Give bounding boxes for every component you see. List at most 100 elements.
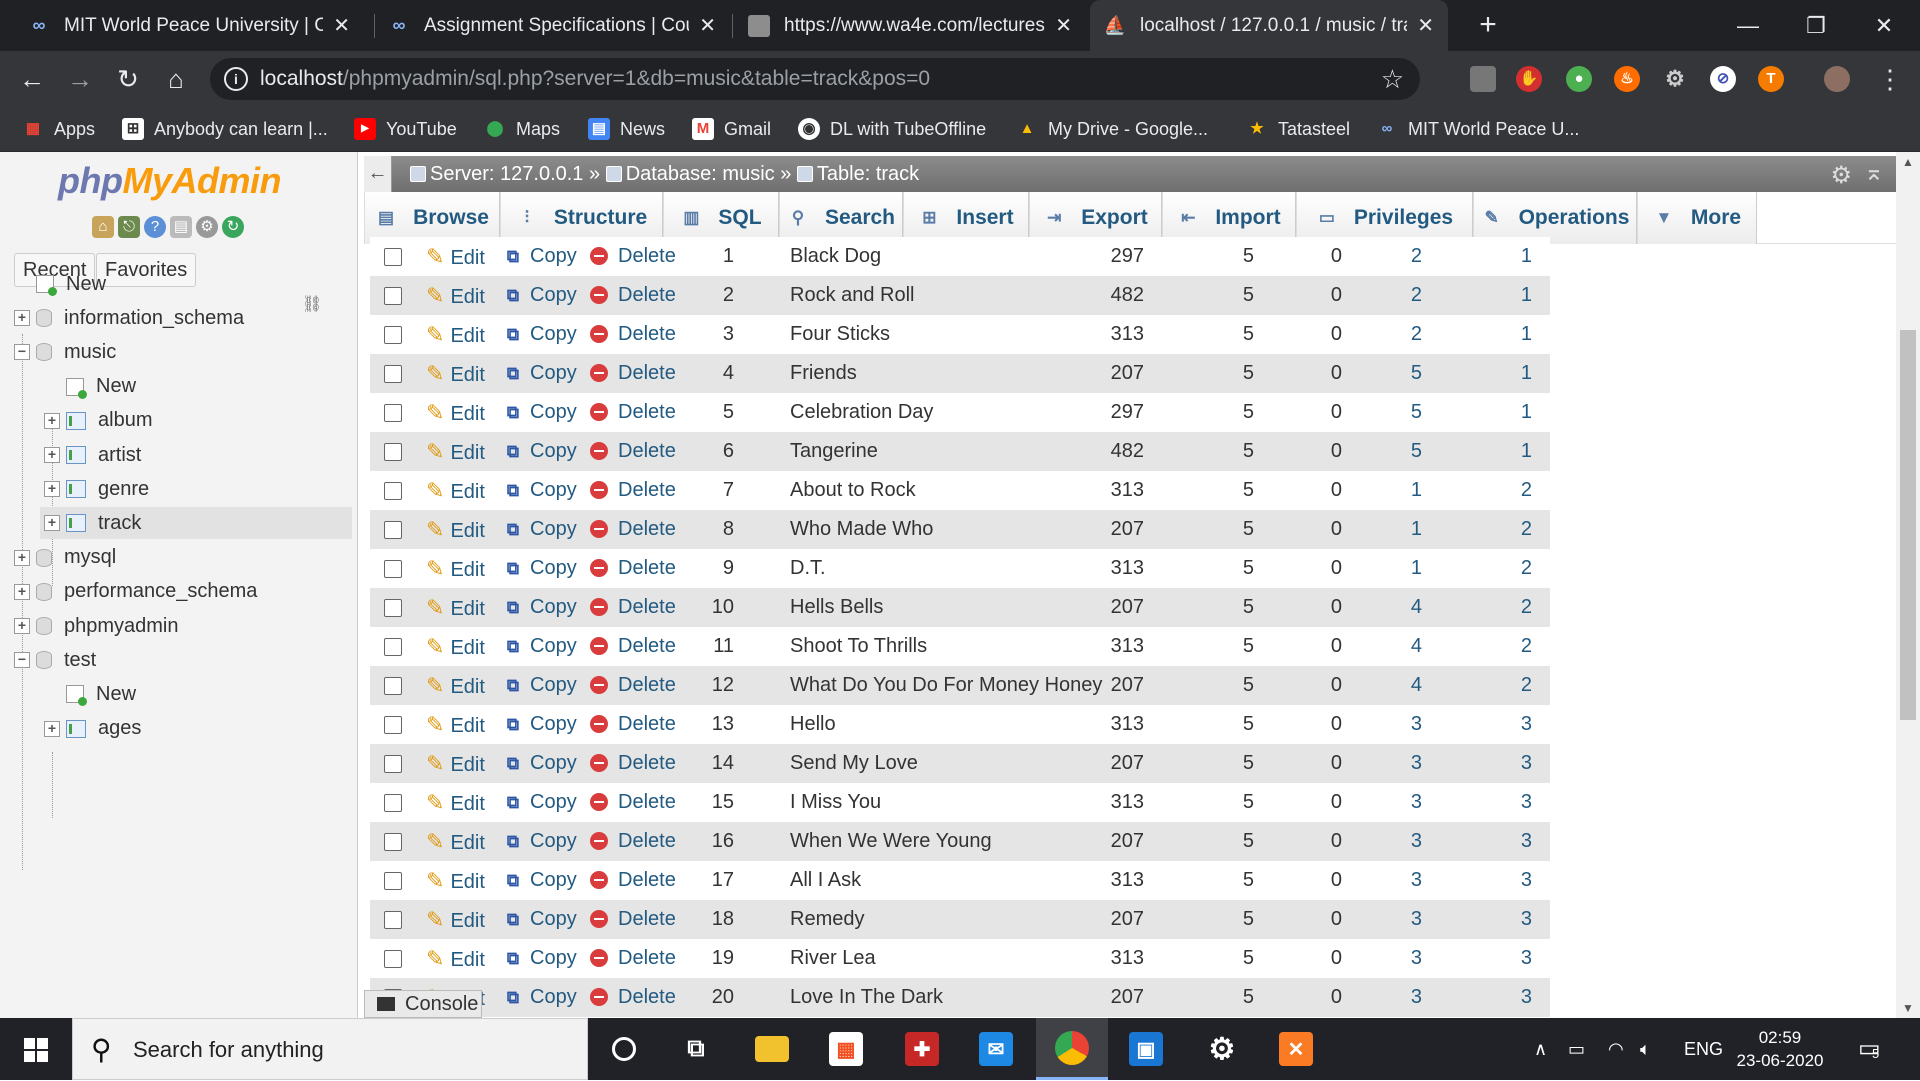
- cell-genre-id[interactable]: 2: [1498, 627, 1532, 666]
- close-window-button[interactable]: ✕: [1864, 8, 1904, 44]
- tree-item-phpmyadmin[interactable]: + phpmyadmin: [14, 610, 179, 642]
- cell-album-id[interactable]: 3: [1390, 978, 1422, 1017]
- bookmark-youtube[interactable]: ▶ YouTube: [354, 106, 457, 152]
- copy-row-link[interactable]: ⧉ Copy: [502, 432, 577, 471]
- xampp-icon[interactable]: ✕: [1260, 1018, 1332, 1080]
- favorites-tables-button[interactable]: Favorites: [96, 253, 197, 287]
- copy-row-link[interactable]: ⧉ Copy: [502, 783, 577, 822]
- help-icon[interactable]: ?: [144, 216, 166, 238]
- cell-album-id[interactable]: 3: [1390, 744, 1422, 783]
- new-tab-button[interactable]: +: [1470, 8, 1506, 44]
- delete-row-link[interactable]: Delete: [590, 978, 676, 1017]
- row-checkbox[interactable]: [384, 833, 402, 851]
- cell-album-id[interactable]: 4: [1390, 627, 1422, 666]
- delete-row-link[interactable]: Delete: [590, 354, 676, 393]
- delete-row-link[interactable]: Delete: [590, 627, 676, 666]
- copy-row-link[interactable]: ⧉ Copy: [502, 627, 577, 666]
- bookmark-apps[interactable]: ▦ Apps: [22, 106, 95, 152]
- language-indicator[interactable]: ENG: [1684, 1018, 1723, 1080]
- cell-album-id[interactable]: 2: [1390, 237, 1422, 276]
- extension-icon[interactable]: [1470, 66, 1496, 92]
- scroll-up-arrow-icon[interactable]: ▲: [1896, 152, 1920, 172]
- copy-row-link[interactable]: ⧉ Copy: [502, 861, 577, 900]
- cell-genre-id[interactable]: 3: [1498, 822, 1532, 861]
- copy-row-link[interactable]: ⧉ Copy: [502, 393, 577, 432]
- delete-row-link[interactable]: Delete: [590, 237, 676, 276]
- cell-album-id[interactable]: 5: [1390, 393, 1422, 432]
- collapse-top-icon[interactable]: ⌅: [1864, 158, 1884, 187]
- cell-album-id[interactable]: 4: [1390, 588, 1422, 627]
- copy-row-link[interactable]: ⧉ Copy: [502, 588, 577, 627]
- row-checkbox[interactable]: [384, 794, 402, 812]
- back-arrow-icon[interactable]: ←: [14, 61, 50, 97]
- cell-album-id[interactable]: 1: [1390, 510, 1422, 549]
- cell-genre-id[interactable]: 3: [1498, 783, 1532, 822]
- delete-row-link[interactable]: Delete: [590, 861, 676, 900]
- delete-row-link[interactable]: Delete: [590, 588, 676, 627]
- tree-item-information-schema[interactable]: + information_schema: [14, 302, 244, 334]
- collapse-minus-icon[interactable]: −: [14, 344, 30, 361]
- breadcrumb-table[interactable]: Table: track: [817, 163, 919, 185]
- edit-row-link[interactable]: Edit: [426, 354, 484, 393]
- browser-tab[interactable]: https://www.wa4e.com/lectures/S ✕: [734, 0, 1086, 51]
- taskbar-search-box[interactable]: ⚲ Search for anything: [72, 1018, 588, 1080]
- cell-genre-id[interactable]: 1: [1498, 315, 1532, 354]
- bookmark-maps[interactable]: ⬤ Maps: [484, 106, 560, 152]
- edit-row-link[interactable]: Edit: [426, 393, 484, 432]
- copy-row-link[interactable]: ⧉ Copy: [502, 276, 577, 315]
- copy-row-link[interactable]: ⧉ Copy: [502, 510, 577, 549]
- link-chain-icon[interactable]: ⛓: [302, 294, 322, 314]
- breadcrumb-server[interactable]: Server: 127.0.0.1: [430, 163, 583, 185]
- home-icon[interactable]: ⌂: [158, 61, 194, 97]
- cell-album-id[interactable]: 3: [1390, 822, 1422, 861]
- tree-item-track[interactable]: + track: [40, 507, 352, 540]
- windows-start-icon[interactable]: [0, 1018, 72, 1080]
- row-checkbox[interactable]: [384, 911, 402, 929]
- edit-row-link[interactable]: Edit: [426, 900, 484, 939]
- row-checkbox[interactable]: [384, 950, 402, 968]
- row-checkbox[interactable]: [384, 326, 402, 344]
- cell-album-id[interactable]: 5: [1390, 432, 1422, 471]
- copy-row-link[interactable]: ⧉ Copy: [502, 315, 577, 354]
- copy-row-link[interactable]: ⧉ Copy: [502, 237, 577, 276]
- browser-tab[interactable]: ∞ MIT World Peace University | Cou ✕: [14, 0, 364, 51]
- edit-row-link[interactable]: Edit: [426, 432, 484, 471]
- delete-row-link[interactable]: Delete: [590, 510, 676, 549]
- row-checkbox[interactable]: [384, 755, 402, 773]
- cell-album-id[interactable]: 3: [1390, 900, 1422, 939]
- cell-genre-id[interactable]: 2: [1498, 588, 1532, 627]
- bookmark-mit[interactable]: ∞ MIT World Peace U...: [1376, 106, 1580, 152]
- bookmark-news[interactable]: ▤ News: [588, 106, 665, 152]
- edit-row-link[interactable]: Edit: [426, 276, 484, 315]
- row-checkbox[interactable]: [384, 365, 402, 383]
- copy-row-link[interactable]: ⧉ Copy: [502, 744, 577, 783]
- cell-genre-id[interactable]: 2: [1498, 666, 1532, 705]
- cell-genre-id[interactable]: 1: [1498, 276, 1532, 315]
- edit-row-link[interactable]: Edit: [426, 861, 484, 900]
- copy-row-link[interactable]: ⧉ Copy: [502, 939, 577, 978]
- scroll-down-arrow-icon[interactable]: ▼: [1896, 998, 1920, 1018]
- collapse-minus-icon[interactable]: −: [14, 652, 30, 669]
- cell-genre-id[interactable]: 1: [1498, 393, 1532, 432]
- delete-row-link[interactable]: Delete: [590, 276, 676, 315]
- extension-shield-icon[interactable]: ✋: [1516, 66, 1542, 92]
- edit-row-link[interactable]: Edit: [426, 705, 484, 744]
- settings-gear-icon[interactable]: ⚙: [1186, 1018, 1258, 1080]
- file-explorer-icon[interactable]: [736, 1018, 808, 1080]
- edit-row-link[interactable]: Edit: [426, 549, 484, 588]
- edit-row-link[interactable]: Edit: [426, 471, 484, 510]
- extension-gear-icon[interactable]: ⚙: [1662, 66, 1688, 92]
- settings-gear-icon[interactable]: ⚙: [196, 216, 218, 238]
- logout-icon[interactable]: ⎋: [118, 216, 140, 238]
- site-info-icon[interactable]: i: [224, 67, 248, 91]
- edit-row-link[interactable]: Edit: [426, 744, 484, 783]
- task-view-icon[interactable]: ⧉: [660, 1018, 732, 1080]
- edit-row-link[interactable]: Edit: [426, 510, 484, 549]
- edit-row-link[interactable]: Edit: [426, 666, 484, 705]
- cell-genre-id[interactable]: 3: [1498, 705, 1532, 744]
- delete-row-link[interactable]: Delete: [590, 744, 676, 783]
- delete-row-link[interactable]: Delete: [590, 900, 676, 939]
- copy-row-link[interactable]: ⧉ Copy: [502, 354, 577, 393]
- cell-genre-id[interactable]: 2: [1498, 549, 1532, 588]
- taskbar-clock[interactable]: 02:59 23-06-2020: [1730, 1026, 1830, 1072]
